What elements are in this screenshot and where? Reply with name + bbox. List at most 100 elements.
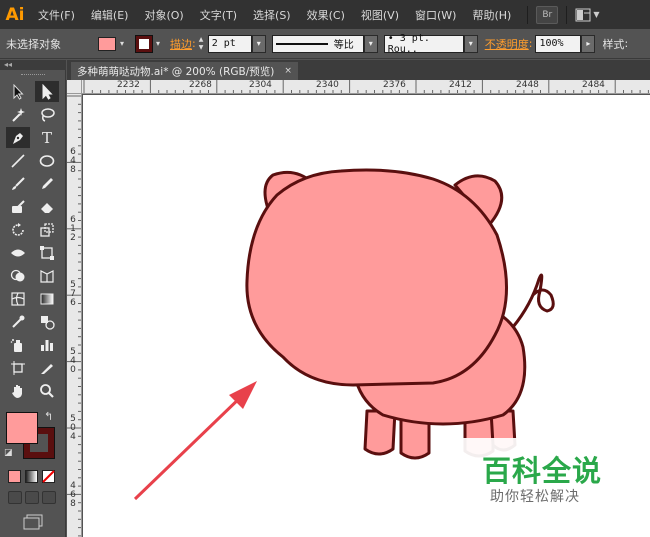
arrange-documents-button[interactable]: ▼ — [575, 8, 599, 22]
watermark-title: 百科全说 — [482, 454, 603, 488]
close-tab-icon[interactable]: × — [284, 66, 292, 76]
fill-color-box[interactable] — [6, 412, 38, 444]
line-segment-tool[interactable] — [6, 150, 30, 171]
none-mode-button[interactable] — [42, 470, 55, 483]
tool-row — [0, 172, 65, 195]
menu-edit[interactable]: 编辑(E) — [83, 7, 137, 23]
artboard-tool[interactable] — [6, 357, 30, 378]
ruler-label: 2304 — [249, 80, 272, 90]
blob-brush-tool[interactable] — [6, 196, 30, 217]
hand-tool[interactable] — [6, 380, 30, 401]
symbol-sprayer-tool[interactable] — [6, 334, 30, 355]
eraser-tool[interactable] — [35, 196, 59, 217]
stroke-label[interactable]: 描边 — [170, 36, 192, 52]
type-icon: T — [41, 128, 52, 147]
menu-select[interactable]: 选择(S) — [245, 7, 299, 23]
stroke-weight-field[interactable]: 2 pt — [207, 34, 252, 53]
zoom-tool[interactable] — [35, 380, 59, 401]
lasso-tool[interactable] — [35, 104, 59, 125]
toolbox-collapse-bar[interactable]: ◂◂ — [0, 60, 66, 70]
perspective-grid-icon — [40, 269, 54, 283]
draw-behind-button[interactable] — [25, 491, 39, 504]
stroke-label-colon: : — [192, 37, 196, 50]
vertical-ruler[interactable]: 648 612 576 540 504 468 — [67, 94, 82, 537]
fill-swatch[interactable] — [98, 36, 116, 51]
variable-width-profile[interactable]: 等比 — [271, 34, 364, 53]
profile-dropdown[interactable]: ▾ — [363, 34, 378, 53]
free-transform-tool[interactable] — [35, 242, 59, 263]
ruler-label: 504 — [70, 414, 76, 442]
ruler-label: 612 — [70, 215, 76, 243]
menu-window[interactable]: 窗口(W) — [407, 7, 464, 23]
horizontal-ruler[interactable]: 2232 2268 2304 2340 2376 2412 2448 2484 — [82, 80, 650, 94]
selection-tool[interactable] — [6, 81, 30, 102]
rotate-tool[interactable] — [6, 219, 30, 240]
type-tool[interactable]: T — [35, 127, 59, 148]
arrange-documents-icon — [575, 8, 591, 21]
symbol-sprayer-icon — [10, 338, 22, 352]
paintbrush-tool[interactable] — [6, 173, 30, 194]
toolbox-grip[interactable] — [0, 70, 65, 80]
opacity-dropdown[interactable]: ▸ — [581, 34, 596, 53]
ruler-origin[interactable] — [67, 80, 82, 94]
stroke-weight-dropdown[interactable]: ▾ — [251, 34, 266, 53]
menu-separator — [566, 5, 568, 24]
pig-tail[interactable] — [511, 273, 555, 328]
direct-selection-tool[interactable] — [35, 81, 59, 102]
shape-builder-icon — [10, 269, 25, 281]
swap-fill-stroke-icon[interactable]: ↰ — [44, 410, 53, 423]
brush-definition-field[interactable]: • 3 pt. Rou.. — [383, 33, 464, 55]
stroke-weight-spinner[interactable]: ▲ ▼ — [199, 35, 208, 53]
draw-normal-button[interactable] — [8, 491, 22, 504]
stroke-swatch[interactable] — [135, 34, 153, 53]
stroke-dropdown[interactable]: ▾ — [152, 36, 164, 52]
width-icon — [11, 249, 25, 256]
document-tab-title: 多种萌萌哒动物.ai* @ 200% (RGB/预览) — [77, 65, 275, 78]
gradient-mode-button[interactable] — [25, 470, 38, 483]
style-label-colon: : — [624, 37, 629, 50]
ruler-label: 2232 — [117, 80, 140, 90]
style-label[interactable]: 样式 — [602, 36, 624, 52]
gradient-tool[interactable] — [35, 288, 59, 309]
pen-tool[interactable] — [6, 127, 30, 148]
slice-tool[interactable] — [35, 357, 59, 378]
opacity-label-colon: : — [528, 37, 533, 50]
blend-tool[interactable] — [35, 311, 59, 332]
column-graph-tool[interactable] — [35, 334, 59, 355]
pig-head[interactable] — [245, 168, 509, 387]
menu-effect[interactable]: 效果(C) — [299, 7, 353, 23]
blend-icon — [41, 315, 55, 330]
eyedropper-tool[interactable] — [6, 311, 30, 332]
magic-wand-tool[interactable] — [6, 104, 30, 125]
fill-dropdown[interactable]: ▾ — [116, 36, 128, 52]
color-mode-button[interactable] — [8, 470, 21, 483]
line-preview-icon — [275, 42, 328, 45]
pencil-tool[interactable] — [35, 173, 59, 194]
ruler-label: 2340 — [316, 80, 339, 90]
tool-row — [0, 241, 65, 264]
brush-dropdown[interactable]: ▾ — [463, 34, 478, 53]
menu-object[interactable]: 对象(O) — [136, 7, 191, 23]
bridge-button[interactable]: Br — [536, 5, 559, 24]
opacity-field[interactable]: 100% — [535, 34, 582, 53]
shape-builder-tool[interactable] — [6, 265, 30, 286]
rotate-icon — [12, 222, 24, 236]
screen-mode-button[interactable] — [22, 514, 44, 530]
menu-view[interactable]: 视图(V) — [353, 7, 407, 23]
perspective-grid-tool[interactable] — [35, 265, 59, 286]
tool-row — [0, 218, 65, 241]
tool-row — [0, 149, 65, 172]
default-fill-stroke-icon[interactable]: ◪ — [4, 448, 13, 458]
mesh-tool[interactable] — [6, 288, 30, 309]
width-tool[interactable] — [6, 242, 30, 263]
menu-file[interactable]: 文件(F) — [30, 7, 83, 23]
menu-separator — [527, 5, 529, 24]
scale-tool[interactable] — [35, 219, 59, 240]
draw-inside-button[interactable] — [42, 491, 56, 504]
menu-help[interactable]: 帮助(H) — [464, 7, 519, 23]
menu-type[interactable]: 文字(T) — [192, 7, 245, 23]
scale-icon — [40, 222, 54, 237]
document-tab[interactable]: 多种萌萌哒动物.ai* @ 200% (RGB/预览) × — [71, 62, 298, 80]
opacity-label[interactable]: 不透明度 — [485, 36, 529, 52]
ellipse-tool[interactable] — [35, 150, 59, 171]
